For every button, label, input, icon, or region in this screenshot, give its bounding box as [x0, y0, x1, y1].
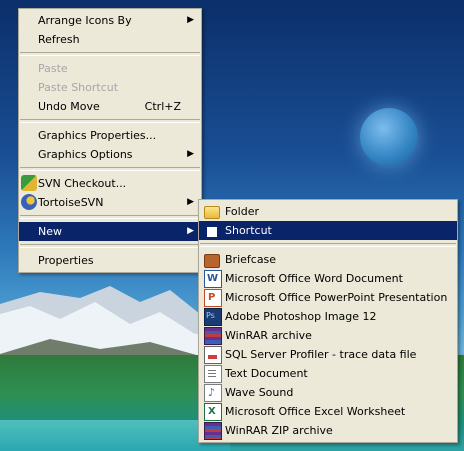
new-item-folder[interactable]: Folder [199, 202, 457, 221]
new-item-powerpoint[interactable]: Microsoft Office PowerPoint Presentation [199, 288, 457, 307]
menu-item-label: WinRAR ZIP archive [225, 424, 333, 437]
menu-item-label: Undo Move [38, 100, 100, 113]
menu-item-paste-shortcut: Paste Shortcut [19, 78, 201, 97]
menu-item-label: Refresh [38, 33, 80, 46]
new-item-photoshop[interactable]: Adobe Photoshop Image 12 [199, 306, 457, 326]
powerpoint-icon [204, 288, 222, 307]
menu-item-undo-move[interactable]: Undo Move Ctrl+Z [19, 97, 201, 116]
menu-item-new[interactable]: New ▶ [19, 222, 201, 241]
menu-item-label: TortoiseSVN [38, 196, 104, 209]
menu-item-shortcut: Ctrl+Z [144, 100, 181, 113]
menu-separator [20, 119, 200, 123]
menu-item-paste: Paste [19, 59, 201, 78]
menu-item-svn-checkout[interactable]: SVN Checkout... [19, 174, 201, 193]
menu-item-tortoisesvn[interactable]: TortoiseSVN ▶ [19, 193, 201, 212]
new-item-excel[interactable]: Microsoft Office Excel Worksheet [199, 402, 457, 421]
menu-item-label: Adobe Photoshop Image 12 [225, 310, 377, 323]
winrar-icon [204, 327, 222, 345]
desktop-context-menu: Arrange Icons By ▶ Refresh Paste Paste S… [18, 8, 202, 273]
menu-item-label: Graphics Properties... [38, 129, 157, 142]
menu-item-graphics-properties[interactable]: Graphics Properties... [19, 126, 201, 145]
sql-profiler-icon [204, 346, 222, 364]
menu-item-label: Paste [38, 62, 68, 75]
menu-item-label: Wave Sound [225, 386, 294, 399]
menu-item-label: Paste Shortcut [38, 81, 119, 94]
menu-separator [20, 244, 200, 248]
menu-item-label: Folder [225, 205, 259, 218]
new-item-winrar-archive[interactable]: WinRAR archive [199, 326, 457, 345]
new-item-sql-profiler[interactable]: SQL Server Profiler - trace data file [199, 345, 457, 364]
menu-item-label: Arrange Icons By [38, 14, 132, 27]
menu-item-properties[interactable]: Properties [19, 251, 201, 270]
menu-item-refresh[interactable]: Refresh [19, 30, 201, 49]
menu-item-arrange-icons-by[interactable]: Arrange Icons By ▶ [19, 11, 201, 30]
new-submenu: Folder Shortcut Briefcase Microsoft Offi… [198, 199, 458, 443]
wallpaper-water [0, 420, 230, 451]
word-doc-icon [204, 269, 222, 288]
menu-separator [200, 243, 456, 247]
menu-separator [20, 215, 200, 219]
excel-icon [204, 402, 222, 421]
submenu-arrow-icon: ▶ [187, 197, 194, 207]
menu-item-label: New [38, 225, 62, 238]
folder-icon [204, 206, 220, 219]
menu-item-label: Properties [38, 254, 94, 267]
text-document-icon [204, 365, 222, 383]
menu-item-label: SQL Server Profiler - trace data file [225, 348, 417, 361]
menu-item-label: Microsoft Office PowerPoint Presentation [225, 291, 448, 304]
new-item-word-document[interactable]: Microsoft Office Word Document [199, 269, 457, 288]
submenu-arrow-icon: ▶ [187, 15, 194, 25]
menu-item-label: Graphics Options [38, 148, 133, 161]
new-item-text-document[interactable]: Text Document [199, 364, 457, 383]
menu-item-label: Microsoft Office Excel Worksheet [225, 405, 406, 418]
menu-separator [20, 52, 200, 56]
wave-sound-icon [204, 383, 222, 402]
wallpaper-planet [360, 108, 418, 166]
photoshop-icon [204, 306, 222, 326]
menu-item-label: SVN Checkout... [38, 177, 127, 190]
submenu-arrow-icon: ▶ [187, 149, 194, 159]
menu-item-label: WinRAR archive [225, 329, 312, 342]
new-item-winrar-zip[interactable]: WinRAR ZIP archive [199, 421, 457, 440]
menu-item-label: Briefcase [225, 253, 277, 266]
new-item-wave-sound[interactable]: Wave Sound [199, 383, 457, 402]
new-item-briefcase[interactable]: Briefcase [199, 250, 457, 269]
menu-separator [20, 167, 200, 171]
new-item-shortcut[interactable]: Shortcut [199, 221, 457, 240]
menu-item-graphics-options[interactable]: Graphics Options ▶ [19, 145, 201, 164]
menu-item-label: Text Document [225, 367, 308, 380]
submenu-arrow-icon: ▶ [187, 226, 194, 236]
winrar-zip-icon [204, 422, 222, 440]
menu-item-label: Microsoft Office Word Document [225, 272, 403, 285]
tortoisesvn-icon [21, 194, 37, 210]
menu-item-label: Shortcut [225, 224, 272, 237]
briefcase-icon [204, 254, 220, 268]
svn-checkout-icon [21, 175, 37, 191]
shortcut-icon [207, 227, 217, 237]
